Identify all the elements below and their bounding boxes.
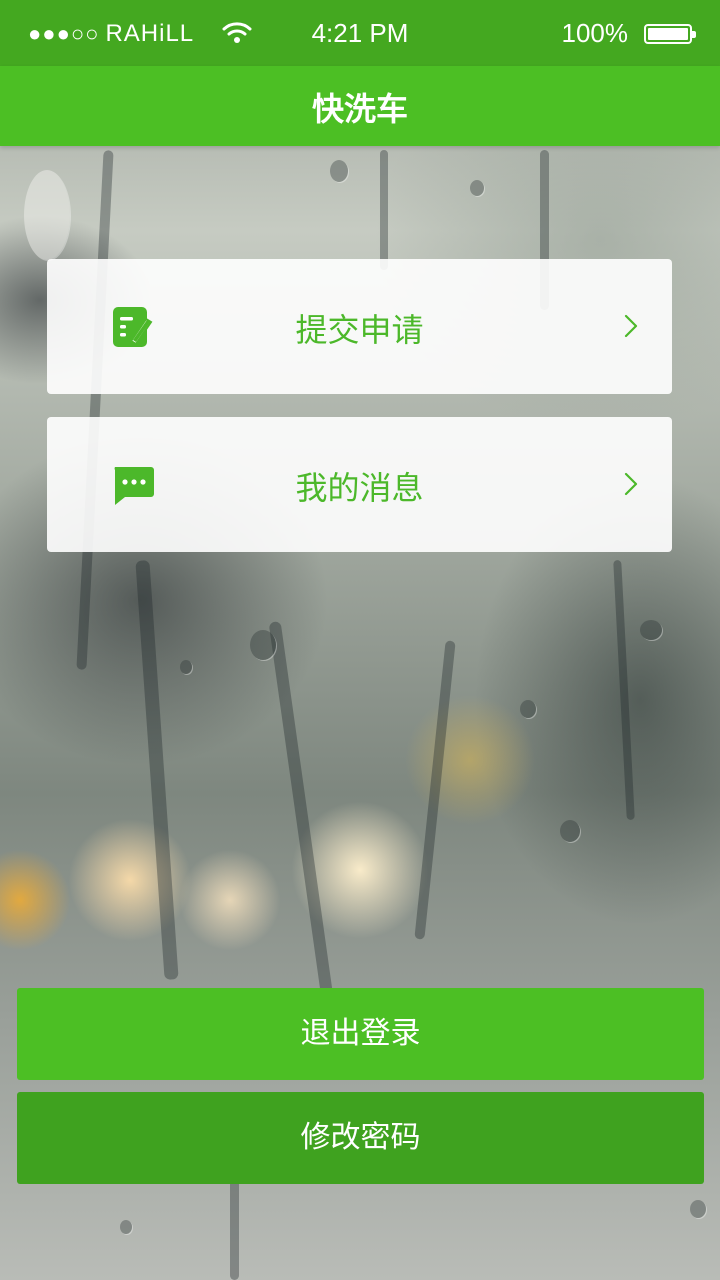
change-password-button[interactable]: 修改密码 [17, 1092, 704, 1184]
navigation-bar: 快洗车 [0, 66, 720, 146]
status-bar: ●●●○○ RAHiLL 4:21 PM 100% [0, 0, 720, 66]
battery-icon [644, 24, 696, 44]
chevron-right-icon [624, 314, 638, 338]
menu-item-my-messages[interactable]: 我的消息 [47, 417, 672, 552]
chevron-right-icon [624, 472, 638, 496]
battery-percentage: 100% [561, 18, 629, 48]
menu-item-submit-application[interactable]: 提交申请 [47, 259, 672, 394]
rainy-window-background [0, 0, 720, 1280]
page-title: 快洗车 [311, 90, 408, 128]
menu-item-label: 我的消息 [295, 469, 424, 507]
menu-item-label: 提交申请 [295, 311, 424, 349]
logout-button[interactable]: 退出登录 [17, 988, 704, 1080]
